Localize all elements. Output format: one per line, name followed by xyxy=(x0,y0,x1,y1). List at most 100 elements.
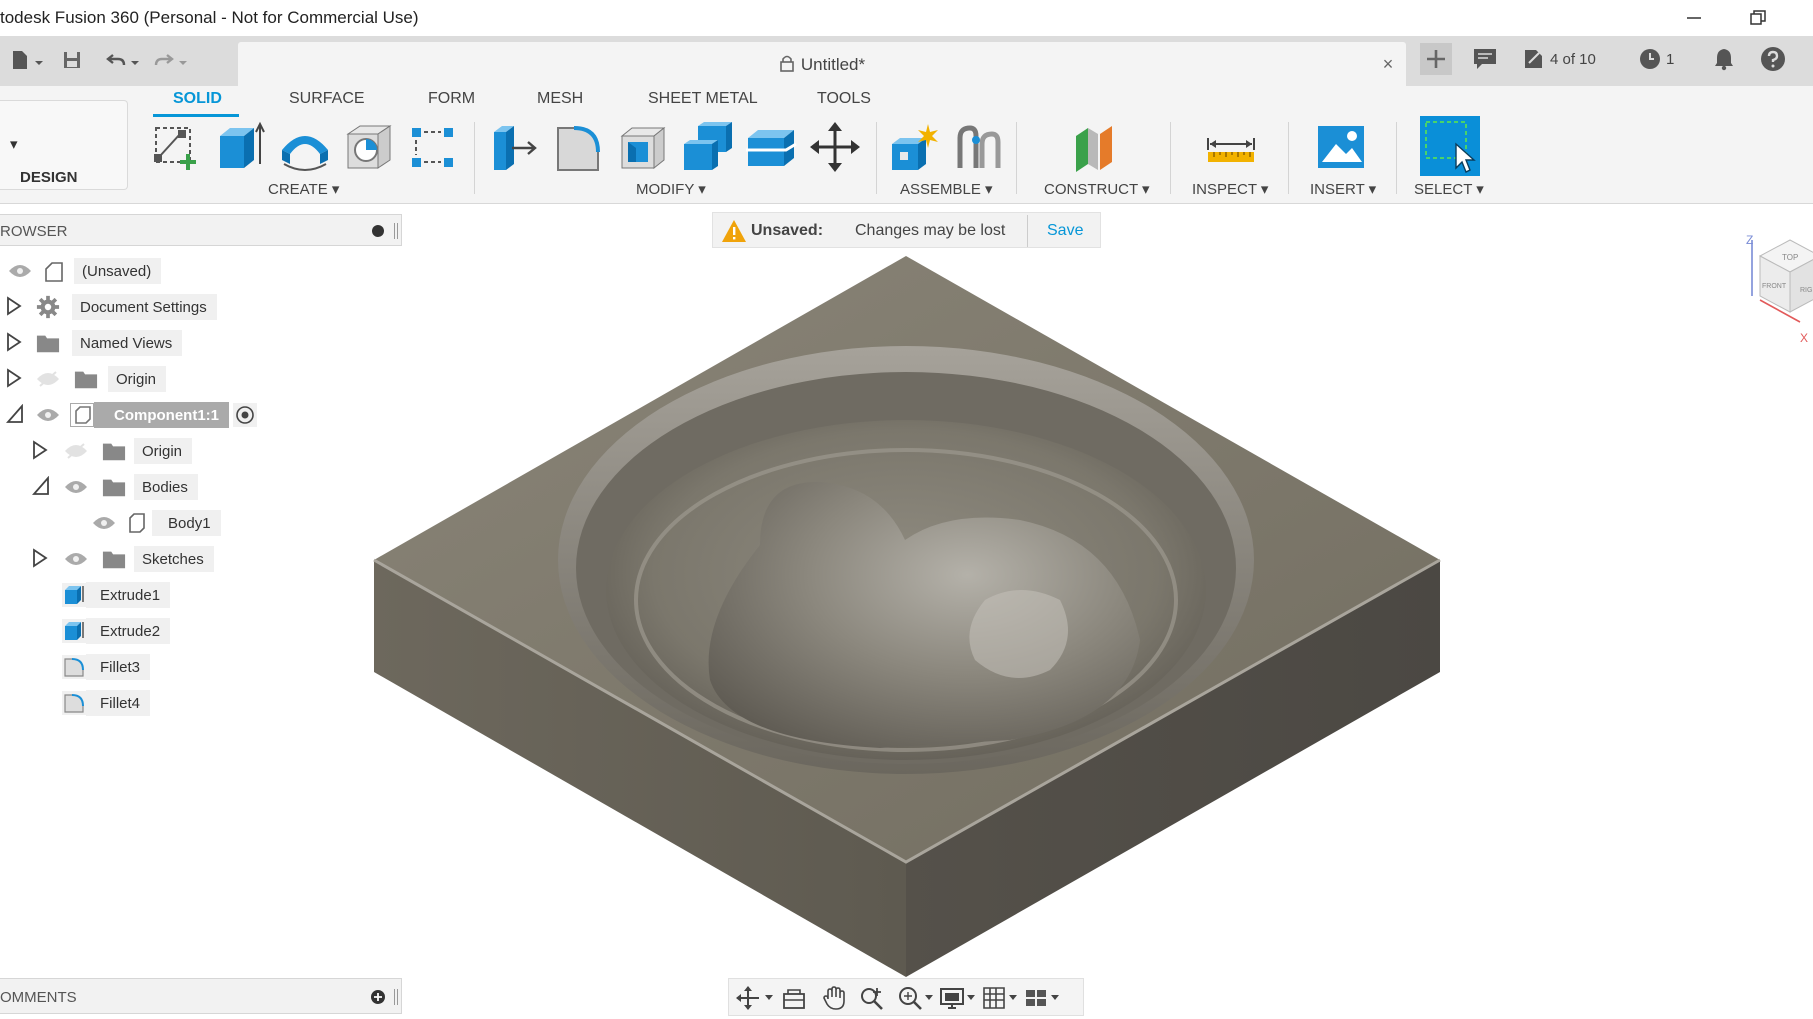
revolve-icon[interactable] xyxy=(278,120,332,174)
orbit-icon[interactable] xyxy=(735,985,761,1011)
tab-mesh[interactable]: MESH xyxy=(537,90,583,108)
chevron-down-icon[interactable] xyxy=(1009,995,1017,1000)
eye-icon[interactable] xyxy=(64,475,88,499)
save-icon[interactable] xyxy=(58,46,86,74)
tab-solid[interactable]: SOLID xyxy=(173,90,222,108)
group-insert[interactable]: INSERT ▾ xyxy=(1310,180,1376,198)
select-icon[interactable] xyxy=(1420,116,1480,176)
help-icon[interactable] xyxy=(1760,42,1786,76)
save-link[interactable]: Save xyxy=(1047,222,1083,240)
browser-node-document-settings[interactable]: Document Settings xyxy=(36,293,217,321)
browser-node-label: Named Views xyxy=(72,330,183,356)
close-tab-icon[interactable]: × xyxy=(1376,52,1400,76)
chevron-down-icon[interactable] xyxy=(765,995,773,1000)
browser-node-sketches[interactable]: Sketches xyxy=(64,545,214,573)
chevron-down-icon[interactable] xyxy=(130,55,140,65)
press-pull-icon[interactable] xyxy=(488,120,542,174)
tab-tools[interactable]: TOOLS xyxy=(817,90,871,108)
history-button[interactable]: 1 xyxy=(1638,42,1674,76)
measure-icon[interactable] xyxy=(1204,120,1258,174)
chevron-down-icon[interactable] xyxy=(925,995,933,1000)
browser-node-body1[interactable]: Body1 xyxy=(92,509,221,537)
insert-image-icon[interactable] xyxy=(1314,120,1368,174)
extrude-icon[interactable] xyxy=(214,120,268,174)
chevron-down-icon[interactable] xyxy=(1051,995,1059,1000)
browser-node-origin[interactable]: Origin xyxy=(36,365,167,393)
notifications-bell-icon[interactable] xyxy=(1712,42,1736,76)
chevron-down-icon[interactable] xyxy=(967,995,975,1000)
pan-hand-icon[interactable] xyxy=(821,985,847,1011)
hole-icon[interactable] xyxy=(342,120,396,174)
group-select[interactable]: SELECT ▾ xyxy=(1414,180,1484,198)
group-construct[interactable]: CONSTRUCT ▾ xyxy=(1044,180,1150,198)
tab-surface[interactable]: SURFACE xyxy=(289,90,365,108)
new-tab-button[interactable] xyxy=(1420,42,1452,76)
eye-hidden-icon[interactable] xyxy=(36,367,60,391)
create-sketch-icon[interactable] xyxy=(150,120,204,174)
eye-hidden-icon[interactable] xyxy=(64,439,88,463)
redo-icon[interactable] xyxy=(150,46,178,74)
timeline-item-extrude1[interactable]: Extrude1 xyxy=(62,581,171,609)
group-assemble[interactable]: ASSEMBLE ▾ xyxy=(900,180,993,198)
group-inspect[interactable]: INSPECT ▾ xyxy=(1192,180,1268,198)
browser-node-component-origin[interactable]: Origin xyxy=(64,437,193,465)
browser-node-root[interactable]: (Unsaved) xyxy=(8,257,162,285)
view-cube[interactable]: Z X TOP FRONT RIG xyxy=(1740,226,1813,346)
collapse-panel-icon[interactable] xyxy=(372,225,384,237)
eye-icon[interactable] xyxy=(8,259,32,283)
minimize-icon[interactable] xyxy=(1682,6,1706,30)
workspace-switcher[interactable]: DESIGN ▾ xyxy=(0,100,128,190)
collapse-arrow-icon[interactable] xyxy=(6,403,23,424)
look-at-icon[interactable] xyxy=(781,985,807,1011)
panel-resize-handle[interactable] xyxy=(394,989,398,1005)
chevron-down-icon[interactable] xyxy=(34,55,44,65)
browser-node-bodies[interactable]: Bodies xyxy=(64,473,198,501)
combine-icon[interactable] xyxy=(680,120,734,174)
shell-icon[interactable] xyxy=(616,120,670,174)
group-create[interactable]: CREATE ▾ xyxy=(268,180,339,198)
timeline-item-fillet4[interactable]: Fillet4 xyxy=(62,689,151,717)
joint-icon[interactable] xyxy=(952,120,1006,174)
eye-icon[interactable] xyxy=(64,547,88,571)
browser-node-named-views[interactable]: Named Views xyxy=(36,329,183,357)
comment-icon[interactable] xyxy=(1472,42,1498,76)
job-status-button[interactable]: 4 of 10 xyxy=(1522,42,1596,76)
quick-access-toolbar: Untitled* × 4 of 10 1 xyxy=(0,36,1813,86)
expand-arrow-icon[interactable] xyxy=(6,296,22,316)
tab-sheet-metal[interactable]: SHEET METAL xyxy=(648,90,758,108)
split-body-icon[interactable] xyxy=(744,120,798,174)
document-tab[interactable]: Untitled* × xyxy=(238,42,1406,86)
tab-form[interactable]: FORM xyxy=(428,90,475,108)
chevron-down-icon[interactable] xyxy=(178,55,188,65)
pattern-icon[interactable] xyxy=(406,120,460,174)
eye-icon[interactable] xyxy=(36,403,60,427)
display-settings-icon[interactable] xyxy=(939,985,965,1011)
expand-arrow-icon[interactable] xyxy=(6,368,22,388)
timeline-item-fillet3[interactable]: Fillet3 xyxy=(62,653,151,681)
restore-icon[interactable] xyxy=(1746,6,1770,30)
browser-panel-header[interactable]: ROWSER xyxy=(0,214,402,246)
eye-icon[interactable] xyxy=(92,511,116,535)
viewports-icon[interactable] xyxy=(1023,985,1049,1011)
zoom-icon[interactable] xyxy=(897,985,923,1011)
timeline-item-extrude2[interactable]: Extrude2 xyxy=(62,617,171,645)
zoom-window-icon[interactable] xyxy=(859,985,885,1011)
offset-plane-icon[interactable] xyxy=(1070,120,1124,174)
collapse-arrow-icon[interactable] xyxy=(32,475,49,496)
add-comment-icon[interactable] xyxy=(370,989,386,1005)
panel-resize-handle[interactable] xyxy=(394,223,398,239)
browser-node-component[interactable]: Component1:1 xyxy=(36,401,257,429)
grid-icon[interactable] xyxy=(981,985,1007,1011)
expand-arrow-icon[interactable] xyxy=(6,332,22,352)
fillet-icon[interactable] xyxy=(552,120,606,174)
model-viewport[interactable] xyxy=(360,250,1460,990)
comments-panel-header[interactable]: OMMENTS xyxy=(0,978,402,1014)
file-menu-icon[interactable] xyxy=(6,46,34,74)
expand-arrow-icon[interactable] xyxy=(32,548,48,568)
activate-radio-icon[interactable] xyxy=(233,403,257,427)
move-icon[interactable] xyxy=(808,120,862,174)
new-component-icon[interactable] xyxy=(888,120,942,174)
group-modify[interactable]: MODIFY ▾ xyxy=(636,180,706,198)
undo-icon[interactable] xyxy=(102,46,130,74)
expand-arrow-icon[interactable] xyxy=(32,440,48,460)
